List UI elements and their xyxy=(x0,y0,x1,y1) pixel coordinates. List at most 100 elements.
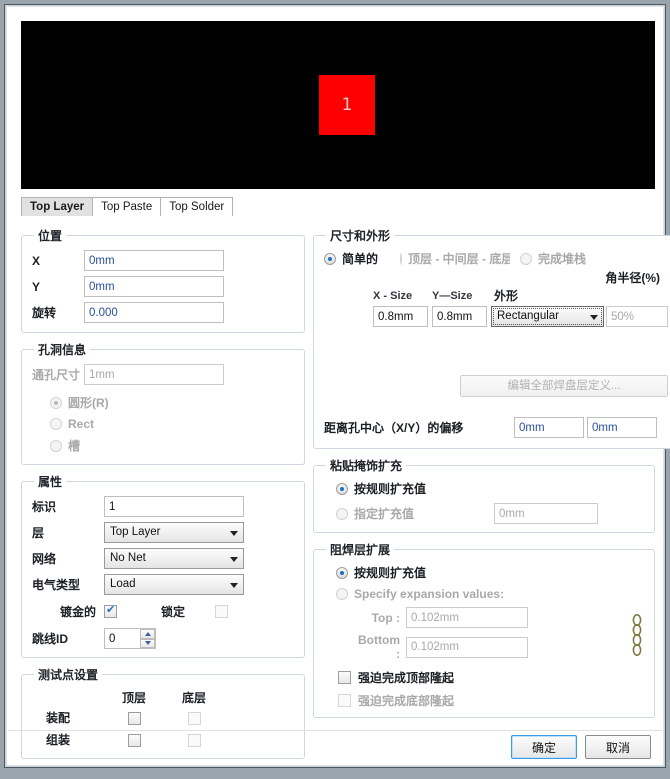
tab-top-paste[interactable]: Top Paste xyxy=(92,197,162,216)
testpoint-col-top-label: 顶层 xyxy=(121,691,146,705)
solder-mask-specify-option[interactable]: Specify expansion values: xyxy=(336,587,644,601)
layer-select-value: Top Layer xyxy=(110,526,161,538)
hole-size-label: 通孔尺寸 xyxy=(32,368,81,382)
net-select[interactable]: No Net xyxy=(104,548,244,569)
radio-full-stack-icon[interactable] xyxy=(520,252,533,265)
paste-mask-specify-option[interactable]: 指定扩充值 xyxy=(336,503,644,524)
offset-y-input[interactable] xyxy=(587,417,657,438)
radio-solder-rule-icon[interactable] xyxy=(336,566,348,579)
electrical-type-row: 电气类型 Load xyxy=(32,574,294,595)
layer-row: 层 Top Layer xyxy=(32,522,294,543)
plated-checkbox[interactable] xyxy=(104,603,117,618)
paste-mask-group: 粘贴掩饰扩充 按规则扩充值 指定扩充值 xyxy=(313,457,655,533)
testpoint-assembly-bottom-checkbox[interactable] xyxy=(187,733,201,747)
radio-rect-icon[interactable] xyxy=(50,418,62,430)
spin-down-icon[interactable] xyxy=(140,638,155,648)
net-row: 网络 No Net xyxy=(32,548,294,569)
location-x-input[interactable] xyxy=(84,250,224,271)
location-y-input[interactable] xyxy=(84,276,224,297)
testpoint-col-bottom-label: 底层 xyxy=(181,691,206,705)
hole-group-title: 孔洞信息 xyxy=(38,343,87,357)
force-bottom-tenting-option[interactable]: 强迫完成底部隆起 xyxy=(338,692,644,709)
hole-shape-round-option[interactable]: 圆形(R) xyxy=(50,394,294,411)
net-select-value: No Net xyxy=(110,552,146,564)
paste-mask-rule-option[interactable]: 按规则扩充值 xyxy=(336,480,644,497)
location-x-row: X xyxy=(32,250,294,271)
mode-simple-option[interactable]: 简单的 xyxy=(324,250,378,267)
solder-mask-group-title: 阻焊层扩展 xyxy=(330,543,391,557)
edit-all-pad-layers-button[interactable]: 编辑全部焊盘层定义... xyxy=(460,375,668,397)
locked-label: 锁定 xyxy=(161,605,186,619)
spin-up-icon[interactable] xyxy=(140,629,155,639)
designator-label: 标识 xyxy=(32,500,57,514)
corner-radius-input[interactable] xyxy=(606,306,668,327)
properties-group-title: 属性 xyxy=(38,475,63,489)
locked-checkbox[interactable] xyxy=(215,605,229,618)
radio-paste-rule-icon[interactable] xyxy=(336,482,348,495)
hole-size-input[interactable] xyxy=(84,364,224,385)
x-size-input[interactable] xyxy=(373,306,428,327)
radio-slot-icon[interactable] xyxy=(50,439,62,452)
testpoint-fabrication-bottom-checkbox[interactable] xyxy=(187,711,201,725)
dialog-body: 1 Top Layer Top Paste Top Solder 位置 X Y … xyxy=(6,6,670,766)
location-rotation-row: 旋转 xyxy=(32,302,294,323)
hole-shape-slot-label: 槽 xyxy=(68,439,81,453)
force-top-tenting-option[interactable]: 强迫完成顶部隆起 xyxy=(338,669,644,686)
mode-full-stack-option[interactable]: 完成堆栈 xyxy=(520,250,586,267)
offset-x-input[interactable] xyxy=(514,417,584,438)
ok-button[interactable]: 确定 xyxy=(511,735,577,759)
tab-top-layer[interactable]: Top Layer xyxy=(21,197,94,216)
solder-bottom-input[interactable] xyxy=(406,636,528,658)
footer-divider xyxy=(8,730,662,731)
solder-top-input[interactable] xyxy=(406,607,528,628)
size-headers-row: X - Size Y—Size 外形 xyxy=(324,287,668,304)
size-mode-row: 简单的 顶层 - 中间层 - 底层 完成堆栈 xyxy=(324,250,668,267)
pad-preview[interactable]: 1 xyxy=(21,21,655,189)
properties-group: 属性 标识 层 Top Layer 网络 No Net 电气类型 xyxy=(21,473,305,658)
designator-input[interactable] xyxy=(104,496,244,517)
layer-select[interactable]: Top Layer xyxy=(104,522,244,543)
location-y-row: Y xyxy=(32,276,294,297)
y-size-input[interactable] xyxy=(432,306,487,327)
chevron-down-icon xyxy=(230,530,238,536)
location-rotation-input[interactable] xyxy=(84,302,224,323)
size-shape-group: 尺寸和外形 简单的 顶层 - 中间层 - 底层 完成堆栈 角半径(%) X - … xyxy=(313,227,670,449)
shape-select-value: Rectangular xyxy=(497,310,560,322)
force-top-tenting-label: 强迫完成顶部隆起 xyxy=(358,671,455,685)
testpoint-fabrication-top-checkbox[interactable] xyxy=(127,711,141,725)
left-column: 位置 X Y 旋转 孔洞信息 通孔尺寸 圆形(R) xyxy=(21,227,305,759)
link-chain-icon[interactable] xyxy=(630,613,644,659)
radio-round-icon[interactable] xyxy=(50,396,62,409)
location-group: 位置 X Y 旋转 xyxy=(21,227,305,333)
jumper-id-stepper[interactable] xyxy=(104,628,156,649)
preview-pad-label: 1 xyxy=(341,95,353,115)
radio-solder-specify-icon[interactable] xyxy=(336,588,348,600)
shape-select[interactable]: Rectangular xyxy=(491,306,604,327)
chevron-down-icon xyxy=(230,556,238,562)
hole-information-group: 孔洞信息 通孔尺寸 圆形(R) Rect 槽 xyxy=(21,341,305,465)
paste-mask-specify-label: 指定扩充值 xyxy=(354,507,415,521)
x-size-label: X - Size xyxy=(373,289,413,302)
hole-shape-slot-option[interactable]: 槽 xyxy=(50,437,294,454)
mode-top-middle-bottom-option[interactable]: 顶层 - 中间层 - 底层 xyxy=(400,250,510,267)
radio-paste-specify-icon[interactable] xyxy=(336,507,348,520)
location-y-label: Y xyxy=(32,279,41,294)
chevron-down-icon xyxy=(230,582,238,588)
hole-shape-round-label: 圆形(R) xyxy=(68,396,109,410)
hole-shape-rect-option[interactable]: Rect xyxy=(50,417,294,431)
electrical-type-select[interactable]: Load xyxy=(104,574,244,595)
paste-mask-specify-input[interactable] xyxy=(494,503,598,524)
testpoint-header-row: 顶层 底层 xyxy=(32,689,294,706)
tab-top-solder[interactable]: Top Solder xyxy=(160,197,234,216)
hole-shape-rect-label: Rect xyxy=(68,417,95,431)
jumper-id-label: 跳线ID xyxy=(32,632,69,646)
force-bottom-tenting-checkbox[interactable] xyxy=(338,694,351,707)
testpoint-assembly-top-checkbox[interactable] xyxy=(127,733,141,747)
force-top-tenting-checkbox[interactable] xyxy=(338,671,351,684)
cancel-button[interactable]: 取消 xyxy=(585,735,651,759)
radio-top-middle-bottom-icon[interactable] xyxy=(400,252,403,265)
solder-mask-rule-option[interactable]: 按规则扩充值 xyxy=(336,564,644,581)
right-column: 尺寸和外形 简单的 顶层 - 中间层 - 底层 完成堆栈 角半径(%) X - … xyxy=(313,227,670,718)
solder-bottom-row: Bottom : xyxy=(352,633,630,661)
radio-simple-icon[interactable] xyxy=(324,252,336,265)
